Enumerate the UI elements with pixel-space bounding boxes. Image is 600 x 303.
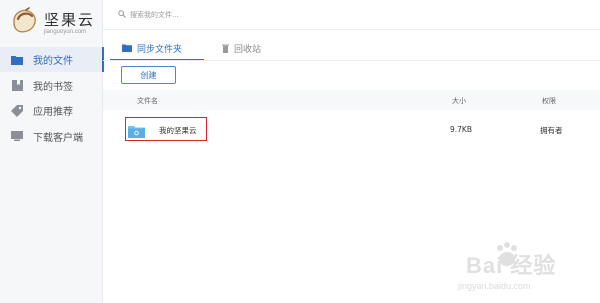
- sidebar-item-my-bookmarks[interactable]: 我的书签: [0, 73, 103, 98]
- file-permission: 拥有者: [540, 126, 563, 135]
- tag-icon: [11, 104, 23, 117]
- tab-divider: [103, 60, 600, 61]
- tab-label: 回收站: [234, 44, 262, 55]
- column-header-size[interactable]: 大小: [452, 96, 466, 106]
- column-header-name[interactable]: 文件名: [137, 96, 158, 106]
- watermark: Bai 经验 jingyan.baidu.com: [448, 232, 593, 298]
- search-input[interactable]: [126, 11, 330, 19]
- acorn-logo-icon: [13, 7, 36, 33]
- sidebar-item-label: 下载客户端: [33, 132, 83, 144]
- column-header-permission[interactable]: 权限: [542, 96, 556, 106]
- sidebar-item-app-recommend[interactable]: 应用推荐: [0, 98, 103, 123]
- search-icon: [118, 10, 126, 20]
- logo-text: 坚果云: [44, 11, 96, 29]
- trash-icon: [222, 44, 229, 53]
- search-bar: [118, 6, 368, 24]
- monitor-icon: [11, 130, 23, 142]
- file-table-header: 文件名 大小 权限: [103, 90, 600, 110]
- sidebar-item-label: 应用推荐: [33, 107, 73, 118]
- watermark-url: jingyan.baidu.com: [458, 281, 531, 291]
- create-button[interactable]: 创建: [121, 66, 176, 84]
- sidebar: 坚果云 jianguoyun.com 我的文件 我的书签 应用推荐 下载客户端: [0, 0, 104, 303]
- sidebar-item-my-files[interactable]: 我的文件: [0, 47, 104, 72]
- folder-icon: [11, 54, 23, 66]
- file-size: 9.7KB: [450, 125, 472, 134]
- logo-subtext: jianguoyun.com: [44, 29, 87, 35]
- header-divider: [103, 29, 600, 30]
- sidebar-item-download-client[interactable]: 下载客户端: [0, 124, 103, 149]
- bookmark-icon: [11, 79, 23, 91]
- tab-bar: 同步文件夹 回收站: [103, 36, 600, 61]
- tab-recycle-bin[interactable]: 回收站: [222, 36, 261, 60]
- app-logo[interactable]: 坚果云 jianguoyun.com: [10, 7, 102, 43]
- tab-label: 同步文件夹: [137, 44, 183, 55]
- sidebar-nav: 我的文件 我的书签 应用推荐 下载客户端: [0, 47, 104, 149]
- sidebar-item-label: 我的书签: [33, 81, 73, 93]
- folder-icon: [122, 44, 132, 52]
- sidebar-item-label: 我的文件: [33, 56, 73, 67]
- highlight-annotation: [125, 117, 207, 141]
- tab-sync-folder[interactable]: 同步文件夹: [122, 36, 182, 60]
- paw-icon: [497, 242, 517, 266]
- create-button-label: 创建: [140, 70, 157, 80]
